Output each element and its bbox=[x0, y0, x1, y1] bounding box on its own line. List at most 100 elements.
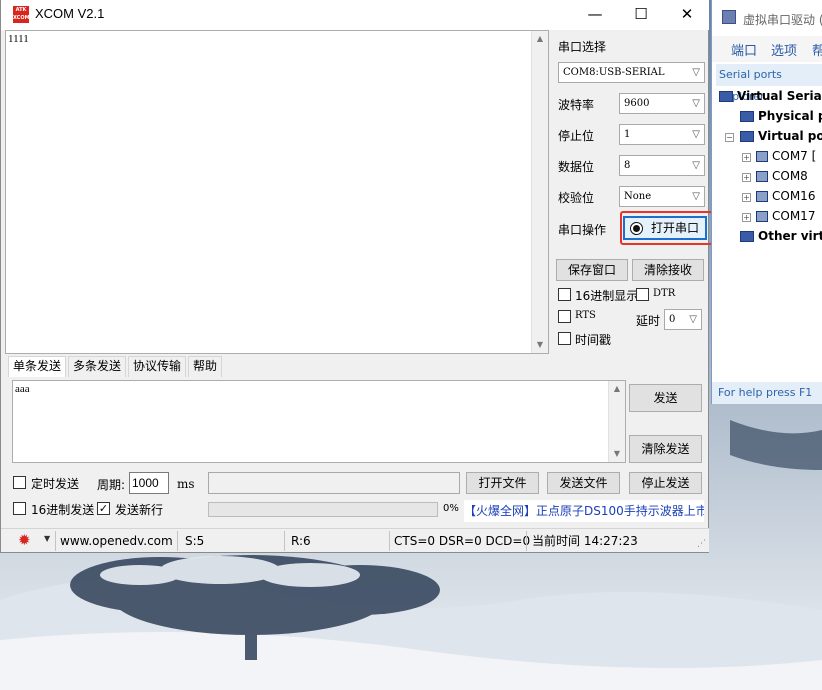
resize-grip-icon[interactable]: ⋰ bbox=[697, 539, 706, 549]
expand-icon[interactable]: + bbox=[742, 193, 751, 202]
received-count: R:6 bbox=[291, 534, 311, 548]
clear-send-button[interactable]: 清除发送 bbox=[629, 435, 702, 463]
receive-scrollbar[interactable]: ▲ ▼ bbox=[531, 31, 548, 353]
vspd-app-icon bbox=[722, 10, 736, 24]
computer-icon bbox=[719, 91, 733, 102]
send-newline-checkbox[interactable]: ✓ bbox=[97, 502, 110, 515]
tree-port-com7[interactable]: COM7 [ bbox=[756, 149, 816, 163]
send-textarea[interactable]: aaa ▲ ▼ bbox=[12, 380, 626, 463]
chevron-down-icon: ▽ bbox=[692, 67, 700, 78]
promo-link[interactable]: 【火爆全网】正点原子DS100手持示波器上市 bbox=[464, 500, 704, 522]
hex-send-checkbox[interactable] bbox=[13, 502, 26, 515]
xcom-titlebar[interactable]: ATK XCOM XCOM V2.1 — ☐ ✕ bbox=[1, 0, 709, 30]
minimize-button[interactable]: — bbox=[572, 0, 618, 30]
progress-label: 0% bbox=[443, 503, 459, 514]
timestamp-checkbox[interactable] bbox=[558, 332, 571, 345]
tree-port-label: COM8 bbox=[772, 169, 808, 183]
save-window-button[interactable]: 保存窗口 bbox=[556, 259, 628, 281]
hex-display-label: 16进制显示 bbox=[575, 289, 639, 303]
parity-select[interactable]: None ▽ bbox=[619, 186, 705, 207]
data-bits-select[interactable]: 8 ▽ bbox=[619, 155, 705, 176]
delay-select[interactable]: 0 ▽ bbox=[664, 309, 702, 330]
receive-area[interactable]: 1111 ▲ ▼ bbox=[5, 30, 549, 354]
tab-protocol[interactable]: 协议传输 bbox=[128, 356, 187, 377]
serial-port-icon bbox=[756, 171, 768, 182]
explorer-header: Serial ports explorer bbox=[716, 64, 822, 103]
maximize-button[interactable]: ☐ bbox=[618, 0, 664, 30]
tree-root[interactable]: Virtual Serial bbox=[719, 89, 822, 103]
tree-port-label: COM17 bbox=[772, 209, 816, 223]
vspd-window: 虚拟串口驱动 ( 端口 选项 帮 Serial ports explorer V… bbox=[711, 0, 822, 404]
tree-port-com17[interactable]: COM17 bbox=[756, 209, 815, 223]
tree-port-com16[interactable]: COM16 bbox=[756, 189, 815, 203]
data-bits-value: 8 bbox=[624, 160, 631, 171]
scroll-up-icon[interactable]: ▲ bbox=[532, 31, 548, 47]
website-link[interactable]: www.openedv.com bbox=[60, 532, 173, 550]
timed-send-checkbox[interactable] bbox=[13, 476, 26, 489]
tree-port-com8[interactable]: COM8 bbox=[756, 169, 808, 183]
parity-value: None bbox=[624, 191, 652, 202]
chevron-down-icon[interactable]: ▼ bbox=[44, 534, 50, 543]
vspd-status-bar: For help press F1 bbox=[712, 382, 822, 404]
current-time: 当前时间 14:27:23 bbox=[532, 534, 638, 548]
menu-help[interactable]: 帮 bbox=[812, 40, 822, 59]
open-port-button[interactable]: 打开串口 bbox=[623, 216, 707, 240]
window-title: XCOM V2.1 bbox=[35, 6, 105, 21]
hex-display-checkbox[interactable] bbox=[558, 288, 571, 301]
open-port-label: 打开串口 bbox=[651, 221, 700, 235]
period-input[interactable]: 1000 bbox=[129, 472, 169, 494]
status-separator bbox=[389, 531, 390, 551]
stop-bits-select[interactable]: 1 ▽ bbox=[619, 124, 705, 145]
stop-bits-label: 停止位 bbox=[558, 129, 595, 143]
timed-send-label: 定时发送 bbox=[31, 477, 80, 491]
expand-icon[interactable]: + bbox=[742, 153, 751, 162]
collapse-icon[interactable]: − bbox=[725, 133, 734, 142]
chevron-down-icon: ▽ bbox=[689, 314, 697, 325]
port-select-label: 串口选择 bbox=[558, 40, 607, 54]
tree-physical[interactable]: Physical po bbox=[740, 109, 822, 123]
send-scrollbar[interactable]: ▲ ▼ bbox=[608, 381, 625, 462]
tree-virtual[interactable]: Virtual por bbox=[740, 129, 822, 143]
expand-icon[interactable]: + bbox=[742, 213, 751, 222]
baud-select[interactable]: 9600 ▽ bbox=[619, 93, 705, 114]
open-file-button[interactable]: 打开文件 bbox=[466, 472, 539, 494]
menu-options[interactable]: 选项 bbox=[771, 40, 797, 59]
tab-single-send[interactable]: 单条发送 bbox=[8, 356, 67, 377]
send-button[interactable]: 发送 bbox=[629, 384, 702, 412]
vspd-menubar: 端口 选项 帮 bbox=[712, 36, 822, 62]
tree-root-label: Virtual Serial bbox=[737, 89, 822, 103]
clear-receive-button[interactable]: 清除接收 bbox=[632, 259, 704, 281]
tree-port-label: COM16 bbox=[772, 189, 816, 203]
scroll-down-icon[interactable]: ▼ bbox=[609, 446, 625, 462]
period-unit: ms bbox=[177, 477, 195, 491]
xcom-app-icon: ATK XCOM bbox=[13, 6, 30, 23]
menu-ports[interactable]: 端口 bbox=[731, 40, 757, 59]
send-file-button[interactable]: 发送文件 bbox=[547, 472, 620, 494]
chevron-down-icon: ▽ bbox=[692, 160, 700, 171]
tab-multi-send[interactable]: 多条发送 bbox=[68, 356, 127, 377]
gear-icon[interactable]: ✹ bbox=[18, 533, 33, 548]
serial-port-icon bbox=[756, 151, 768, 162]
scroll-down-icon[interactable]: ▼ bbox=[532, 337, 548, 353]
tree-other[interactable]: Other virtu bbox=[740, 229, 822, 243]
status-separator bbox=[526, 531, 527, 551]
receive-text: 1111 bbox=[8, 33, 29, 45]
chevron-down-icon: ▽ bbox=[692, 129, 700, 140]
scroll-up-icon[interactable]: ▲ bbox=[609, 381, 625, 397]
stop-send-button[interactable]: 停止发送 bbox=[629, 472, 702, 494]
vspd-titlebar[interactable]: 虚拟串口驱动 ( bbox=[712, 0, 822, 36]
file-path-input[interactable] bbox=[208, 472, 460, 494]
tree-physical-label: Physical po bbox=[758, 109, 822, 123]
rts-checkbox[interactable] bbox=[558, 310, 571, 323]
sent-count: S:5 bbox=[185, 534, 205, 548]
port-group-icon bbox=[740, 131, 754, 142]
dtr-checkbox[interactable] bbox=[636, 288, 649, 301]
send-newline-label: 发送新行 bbox=[115, 503, 164, 517]
status-separator bbox=[55, 531, 56, 551]
delay-label: 延时 bbox=[636, 314, 661, 328]
close-button[interactable]: ✕ bbox=[664, 0, 710, 30]
expand-icon[interactable]: + bbox=[742, 173, 751, 182]
port-select[interactable]: COM8:USB-SERIAL ▽ bbox=[558, 62, 705, 83]
tab-help[interactable]: 帮助 bbox=[188, 356, 223, 377]
baud-value: 9600 bbox=[624, 98, 650, 109]
